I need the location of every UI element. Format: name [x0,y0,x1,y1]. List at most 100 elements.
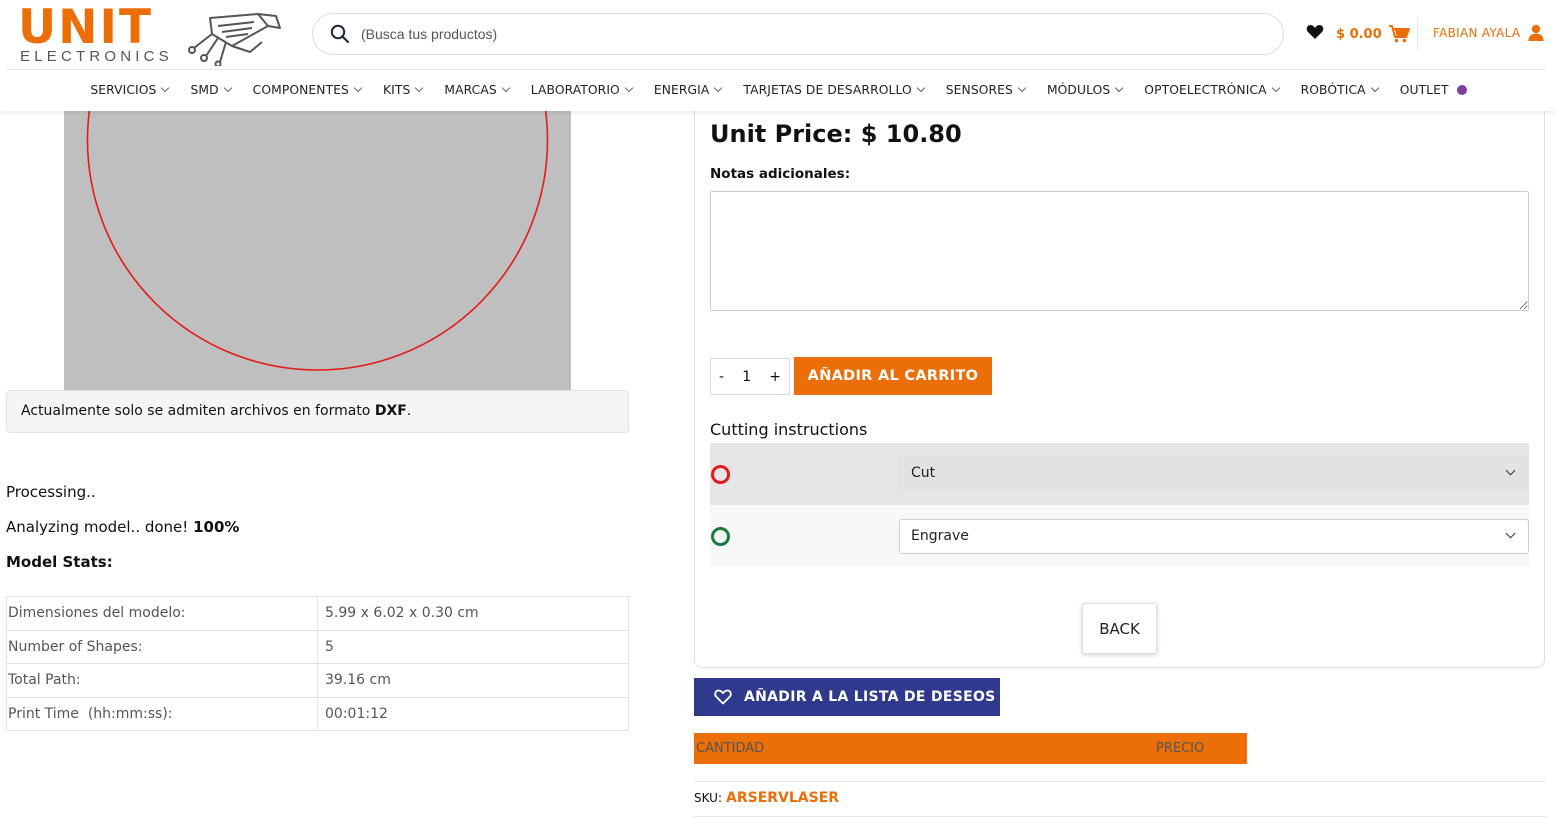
nav-label: COMPONENTES [252,83,349,97]
chevron-down-icon [1271,83,1280,93]
chevron-down-icon [223,83,232,93]
unit-price: Unit Price: $ 10.80 [710,120,962,148]
cart-link[interactable]: $ 0.00 [1336,24,1410,44]
notice-format: DXF [374,403,407,419]
format-notice: Actualmente solo se admiten archivos en … [6,390,629,433]
red-ring-icon [711,465,730,484]
brand-logo[interactable]: UNIT ELECTRONICS [18,0,281,66]
chevron-down-icon [1505,528,1516,539]
stat-value: 5 [317,629,629,664]
nav-item-laboratorio[interactable]: LABORATORIO [520,80,643,100]
table-row: Dimensiones del modelo: 5.99 x 6.02 x 0.… [6,596,629,631]
cut-mode-select[interactable]: Cut [899,456,1529,491]
header-divider [1417,18,1418,50]
search-input[interactable] [361,22,1241,46]
stat-value: 00:01:12 [317,696,629,731]
quantity-stepper[interactable]: - 1 + [710,358,790,395]
nav-label: TARJETAS DE DESARROLLO [743,83,912,97]
column-header-precio: PRECIO [1156,741,1205,756]
engrave-mode-select[interactable]: Engrave [899,519,1529,554]
cutting-row-green: Engrave [710,505,1529,567]
chevron-down-icon [161,83,170,93]
chevron-down-icon [1017,83,1027,93]
nav-item-componentes[interactable]: COMPONENTES [242,80,372,100]
search-icon[interactable] [330,24,350,44]
nav-item-tarjetas[interactable]: TARJETAS DE DESARROLLO [732,80,934,100]
nav-item-robotica[interactable]: ROBÓTICA [1290,80,1389,100]
sku-label: SKU: [694,791,722,805]
account-link[interactable]: FABIAN AYALA [1433,24,1544,41]
brand-name-top: UNIT [18,0,154,55]
stat-label: Number of Shapes: [6,629,318,664]
chevron-down-icon [1115,83,1124,93]
add-to-wishlist-button[interactable]: AÑADIR A LA LISTA DE DESEOS [694,678,1000,716]
analyzing-text: Analyzing model.. done! [6,518,194,536]
nav-label: OUTLET [1399,83,1449,97]
analyzing-status: Analyzing model.. done! 100% [6,518,239,536]
select-value: Engrave [911,528,969,544]
nav-label: KITS [382,83,411,97]
add-to-cart-button[interactable]: AÑADIR AL CARRITO [794,357,992,395]
chevron-down-icon [1505,465,1516,476]
nav-label: OPTOELECTRÓNICA [1144,83,1267,97]
nav-item-kits[interactable]: KITS [372,80,433,100]
nav-label: SMD [190,83,219,97]
cutting-instructions-title: Cutting instructions [710,420,868,439]
main-nav: SERVICIOS SMD COMPONENTES KITS MARCAS LA… [0,80,1557,100]
sku-value: ARSERVLASER [726,790,840,806]
qty-decrement-button[interactable]: - [719,369,724,385]
user-icon [1528,24,1544,41]
nav-label: SERVICIOS [90,83,157,97]
back-button[interactable]: BACK [1082,603,1157,654]
green-ring-icon [711,527,730,546]
stat-label: Print Time (hh:mm:ss): [6,696,318,731]
stat-value: 39.16 cm [317,663,629,698]
bomb-icon [1456,85,1467,95]
notice-text: Actualmente solo se admiten archivos en … [21,403,375,419]
cart-total: $ 0.00 [1336,26,1382,42]
chevron-down-icon [714,83,723,93]
stat-value: 5.99 x 6.02 x 0.30 cm [317,596,629,631]
nav-item-marcas[interactable]: MARCAS [433,80,519,100]
nav-label: SENSORES [945,83,1013,97]
nav-label: ENERGIA [653,83,710,97]
heart-icon[interactable] [1306,24,1324,40]
notes-textarea[interactable] [710,191,1529,311]
dxf-preview-canvas[interactable] [64,111,571,390]
wishlist-label: AÑADIR A LA LISTA DE DESEOS [744,689,996,705]
nav-item-servicios[interactable]: SERVICIOS [79,80,179,100]
chevron-down-icon [916,83,925,93]
analyzing-percent: 100% [193,518,240,536]
model-preview-shape [86,111,549,371]
circuit-connector-graphic [188,13,281,66]
chevron-down-icon [415,83,424,93]
nav-item-smd[interactable]: SMD [179,80,241,100]
select-value: Cut [911,465,936,481]
nav-item-optoelectronica[interactable]: OPTOELECTRÓNICA [1133,80,1289,100]
nav-label: LABORATORIO [530,83,620,97]
chevron-down-icon [1370,83,1379,93]
nav-item-outlet[interactable]: OUTLET [1389,80,1478,100]
nav-item-energia[interactable]: ENERGIA [643,80,733,100]
qty-increment-button[interactable]: + [769,369,781,385]
notes-label: Notas adicionales: [710,166,851,182]
search-bar[interactable] [312,13,1284,55]
qty-value[interactable]: 1 [742,369,751,385]
cart-icon [1388,25,1410,43]
chevron-down-icon [501,83,510,93]
nav-item-sensores[interactable]: SENSORES [935,80,1036,100]
table-row: Total Path: 39.16 cm [6,663,629,698]
processing-status: Processing.. [6,483,96,501]
nav-label: ROBÓTICA [1300,83,1366,97]
table-row: Number of Shapes: 5 [6,629,629,664]
nav-item-modulos[interactable]: MÓDULOS [1036,80,1133,100]
site-header: UNIT ELECTRONICS $ 0.00 [0,0,1557,111]
chevron-down-icon [353,83,363,93]
header-divider-line [6,69,1546,70]
nav-label: MARCAS [444,83,497,97]
price-table-header: CANTIDAD PRECIO [694,733,1247,764]
stat-label: Dimensiones del modelo: [6,596,318,631]
account-name: FABIAN AYALA [1433,25,1521,40]
cutting-row-red: Cut [710,443,1529,505]
nav-label: MÓDULOS [1046,83,1111,97]
